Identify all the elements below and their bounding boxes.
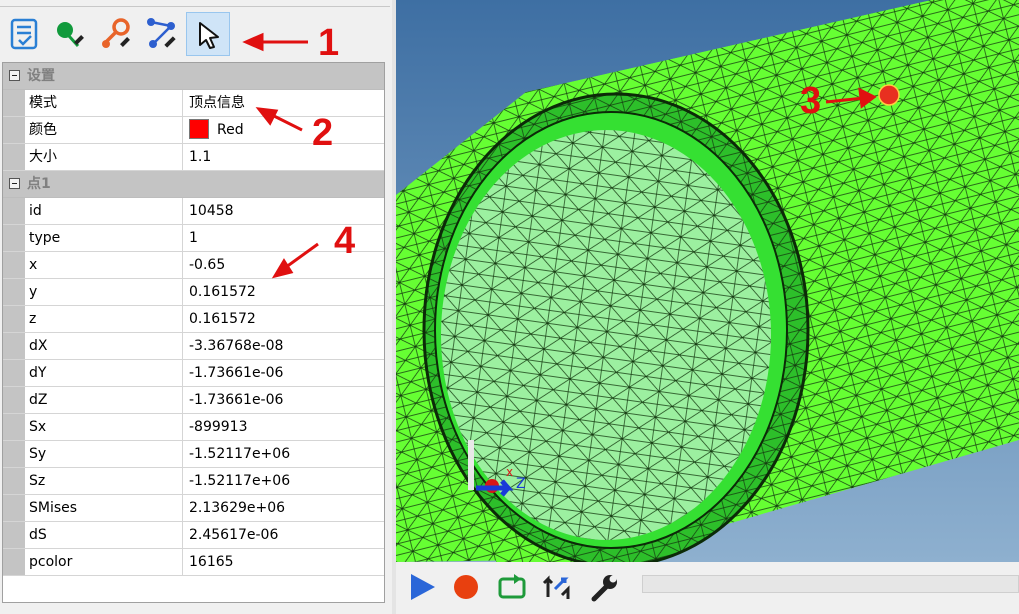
select-cursor-button[interactable] (186, 12, 230, 56)
cylinder-mesh-view[interactable]: x Z (396, 0, 1019, 562)
annotation-3: 3 (800, 80, 822, 122)
add-point-button[interactable] (48, 12, 92, 56)
playback-toolbar (396, 562, 1019, 614)
wrench-icon (591, 575, 617, 602)
property-row-id[interactable]: id 10458 (3, 198, 384, 225)
record-icon (454, 575, 478, 599)
property-row-ds[interactable]: dS 2.45617e-06 (3, 522, 384, 549)
property-name: Sx (25, 414, 183, 440)
loop-icon (498, 574, 526, 599)
add-point-icon (57, 22, 84, 48)
property-value[interactable]: -899913 (184, 414, 384, 440)
property-value-color[interactable]: Red (184, 117, 384, 143)
color-name: Red (217, 122, 244, 138)
color-swatch (189, 118, 209, 139)
loop-button[interactable] (494, 569, 530, 605)
record-button[interactable] (448, 569, 484, 605)
property-row-pcolor[interactable]: pcolor 16165 (3, 549, 384, 576)
property-value[interactable]: 2.13629e+06 (184, 495, 384, 521)
selected-point-marker[interactable] (878, 84, 900, 106)
property-value[interactable]: -1.73661e-06 (184, 387, 384, 413)
group-header-point1[interactable]: 点1 (3, 171, 384, 198)
property-row-type[interactable]: type 1 (3, 225, 384, 252)
property-value[interactable]: 顶点信息 (184, 90, 384, 116)
property-name: 大小 (25, 144, 183, 170)
property-row-dy[interactable]: dY -1.73661e-06 (3, 360, 384, 387)
property-row-dx[interactable]: dX -3.36768e-08 (3, 333, 384, 360)
property-name: dY (25, 360, 183, 386)
property-value[interactable]: -1.52117e+06 (184, 441, 384, 467)
axis-label-z: Z (516, 476, 526, 492)
play-button[interactable] (404, 569, 440, 605)
property-row-x[interactable]: x -0.65 (3, 252, 384, 279)
view-list-icon (10, 18, 38, 50)
select-cursor-icon (199, 22, 219, 49)
annotation-1: 1 (318, 22, 340, 64)
property-name: 模式 (25, 90, 183, 116)
property-value[interactable]: -1.73661e-06 (184, 360, 384, 386)
render-area: x Z (396, 0, 1019, 614)
property-name: dX (25, 333, 183, 359)
property-row-smises[interactable]: SMises 2.13629e+06 (3, 495, 384, 522)
edit-point-icon (102, 18, 130, 48)
property-name: 颜色 (25, 117, 183, 143)
left-panel: 设置 模式 顶点信息 颜色 Red 大小 1.1 点1 id 10458 type 1… (0, 0, 392, 614)
property-row-z[interactable]: z 0.161572 (3, 306, 384, 333)
edit-point-button[interactable] (94, 12, 138, 56)
property-name: dS (25, 522, 183, 548)
property-value[interactable]: 16165 (184, 549, 384, 575)
edit-node-button[interactable] (140, 12, 184, 56)
view-list-button[interactable] (2, 12, 46, 56)
property-name: type (25, 225, 183, 251)
timeline-slider[interactable] (642, 575, 1019, 593)
swap-button[interactable] (540, 569, 576, 605)
property-value[interactable]: 0.161572 (184, 306, 384, 332)
3d-viewport[interactable]: x Z (396, 0, 1019, 562)
collapse-toggle-icon[interactable] (9, 178, 20, 189)
property-name: Sy (25, 441, 183, 467)
property-row-sx[interactable]: Sx -899913 (3, 414, 384, 441)
play-icon (411, 574, 435, 600)
annotation-2: 2 (312, 112, 334, 154)
property-value[interactable]: -3.36768e-08 (184, 333, 384, 359)
annotation-4: 4 (334, 220, 356, 262)
property-value[interactable]: 0.161572 (184, 279, 384, 305)
property-name: Sz (25, 468, 183, 494)
property-name: id (25, 198, 183, 224)
group-title: 点1 (27, 176, 51, 192)
swap-icon (542, 575, 570, 599)
group-header-settings[interactable]: 设置 (3, 63, 384, 90)
collapse-toggle-icon[interactable] (9, 70, 20, 81)
property-row-sy[interactable]: Sy -1.52117e+06 (3, 441, 384, 468)
property-value[interactable]: -1.52117e+06 (184, 468, 384, 494)
property-value[interactable]: 1.1 (184, 144, 384, 170)
property-row-sz[interactable]: Sz -1.52117e+06 (3, 468, 384, 495)
top-divider (0, 6, 390, 7)
property-name: z (25, 306, 183, 332)
axis-label-x: x (506, 465, 513, 479)
property-value[interactable]: 2.45617e-06 (184, 522, 384, 548)
property-name: dZ (25, 387, 183, 413)
property-name: x (25, 252, 183, 278)
edit-node-icon (147, 18, 176, 48)
settings-wrench-button[interactable] (586, 569, 622, 605)
property-name: y (25, 279, 183, 305)
property-row-y[interactable]: y 0.161572 (3, 279, 384, 306)
property-name: pcolor (25, 549, 183, 575)
group-title: 设置 (27, 68, 55, 84)
property-row-dz[interactable]: dZ -1.73661e-06 (3, 387, 384, 414)
property-name: SMises (25, 495, 183, 521)
